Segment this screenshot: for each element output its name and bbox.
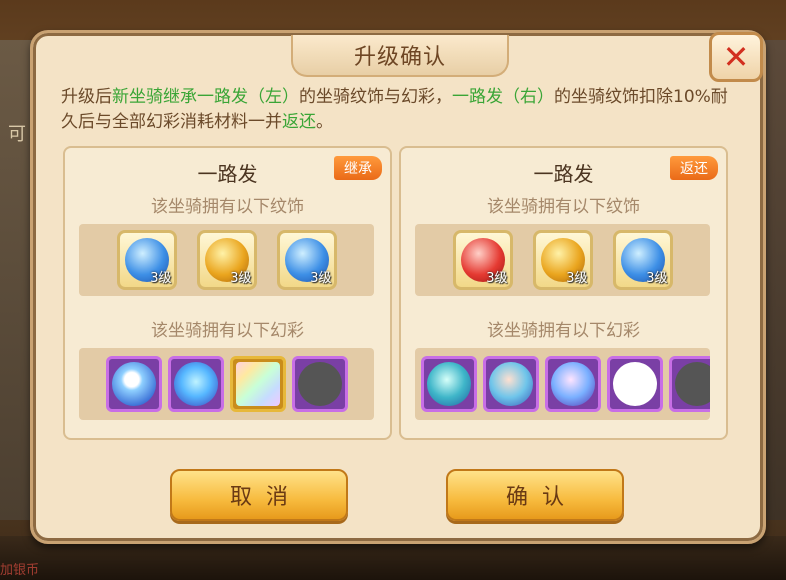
desc-part: 的坐骑纹饰与幻彩，	[299, 87, 452, 107]
ornament-level: 3级	[486, 271, 508, 286]
white-skin-icon[interactable]	[607, 356, 663, 412]
upgrade-confirm-dialog: 升级确认 ✕ 升级后新坐骑继承一路发（左）的坐骑纹饰与幻彩，一路发（右）的坐骑纹…	[30, 30, 766, 544]
skins-label: 该坐骑拥有以下幻彩	[487, 321, 640, 341]
cancel-button[interactable]: 取消	[170, 469, 348, 521]
close-button[interactable]: ✕	[709, 32, 763, 82]
skin-row	[79, 348, 374, 420]
dialog-title: 升级确认	[353, 45, 446, 70]
leaf-skin-icon[interactable]	[421, 356, 477, 412]
confirm-button[interactable]: 确认	[446, 469, 624, 521]
ornament-row: 3级 3级 3级	[79, 224, 374, 296]
desc-return-word: 返还	[282, 112, 316, 132]
ornament-level: 3级	[150, 271, 172, 286]
ghost-skin-icon[interactable]	[105, 356, 162, 412]
gift-skin-icon[interactable]	[545, 356, 601, 412]
empty-skin-icon[interactable]	[291, 356, 348, 412]
return-tag: 返还	[670, 156, 718, 180]
gold-ornament-icon[interactable]: 3级	[532, 230, 593, 290]
skin-row[interactable]	[415, 348, 710, 420]
blue-ornament-icon[interactable]: 3级	[612, 230, 673, 290]
flower-skin-icon[interactable]	[483, 356, 539, 412]
ornaments-label: 该坐骑拥有以下纹饰	[151, 197, 304, 217]
desc-part: 。	[316, 112, 333, 132]
skins-label: 该坐骑拥有以下幻彩	[151, 321, 304, 341]
blue-ornament-icon[interactable]: 3级	[276, 230, 337, 290]
inherit-mount-panel: 一路发 继承 该坐骑拥有以下纹饰 3级 3级 3级 该坐骑拥有以下幻彩	[63, 146, 392, 440]
ornament-level: 3级	[310, 271, 332, 286]
close-x-icon: ✕	[722, 38, 750, 76]
ornament-level: 3级	[230, 271, 252, 286]
red-ornament-icon[interactable]: 3级	[452, 230, 513, 290]
upgrade-description: 升级后新坐骑继承一路发（左）的坐骑纹饰与幻彩，一路发（右）的坐骑纹饰扣除10%耐…	[61, 85, 741, 135]
background-bottom-text: 加银币	[0, 563, 40, 578]
gold-ornament-icon[interactable]: 3级	[196, 230, 257, 290]
desc-part: 升级后	[61, 87, 112, 107]
background-text: 可	[8, 124, 26, 145]
return-mount-panel: 一路发 返还 该坐骑拥有以下纹饰 3级 3级 3级 该坐骑拥有以下幻彩	[399, 146, 728, 440]
inherit-tag: 继承	[334, 156, 382, 180]
rainbow-skin-icon[interactable]	[229, 356, 286, 412]
empty-skin-icon[interactable]	[669, 356, 710, 412]
desc-return-highlight: 一路发（右）	[452, 87, 554, 107]
blue-ornament-icon[interactable]: 3级	[116, 230, 177, 290]
ornament-row: 3级 3级 3级	[415, 224, 710, 296]
heart-wave-skin-icon[interactable]	[167, 356, 224, 412]
dialog-title-bar: 升级确认	[291, 35, 509, 77]
ornaments-label: 该坐骑拥有以下纹饰	[487, 197, 640, 217]
ornament-level: 3级	[566, 271, 588, 286]
desc-inherit-highlight: 新坐骑继承一路发（左）	[112, 87, 299, 107]
ornament-level: 3级	[646, 271, 668, 286]
